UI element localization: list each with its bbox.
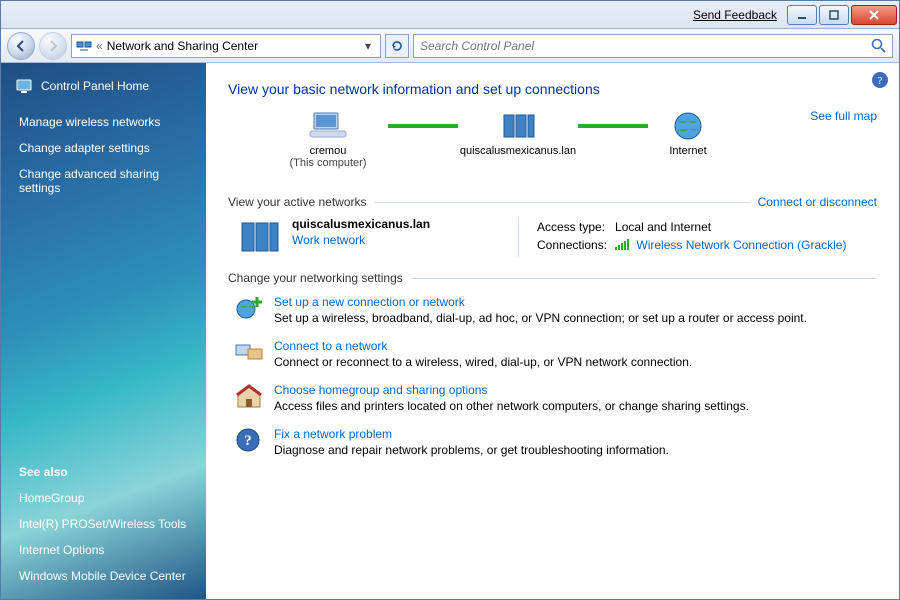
breadcrumb-prefix: « (96, 39, 103, 53)
control-panel-home[interactable]: Control Panel Home (15, 77, 192, 95)
body: Control Panel Home Manage wireless netwo… (1, 63, 899, 599)
maximize-icon (828, 9, 840, 21)
network-center-icon (76, 38, 92, 54)
sidebar: Control Panel Home Manage wireless netwo… (1, 63, 206, 599)
sidebar-link-adapter[interactable]: Change adapter settings (19, 141, 192, 155)
computer-icon (308, 109, 348, 143)
seealso-wmdc[interactable]: Windows Mobile Device Center (19, 569, 192, 583)
connection-link[interactable]: Wireless Network Connection (Grackle) (636, 238, 846, 252)
internet-label: Internet (669, 145, 706, 157)
router-name: quiscalusmexicanus.lan (460, 145, 576, 157)
window: Send Feedback « Network and (0, 0, 900, 600)
control-panel-icon (15, 77, 33, 95)
connect-disconnect-link[interactable]: Connect or disconnect (758, 195, 877, 209)
seealso-homegroup[interactable]: HomeGroup (19, 491, 192, 505)
refresh-button[interactable] (385, 34, 409, 58)
breadcrumb-dropdown[interactable]: ▾ (360, 38, 376, 54)
computer-name: cremou (310, 145, 347, 157)
active-network-name: quiscalusmexicanus.lan (292, 217, 430, 231)
network-type-link[interactable]: Work network (292, 233, 365, 247)
seealso-intel[interactable]: Intel(R) PROSet/Wireless Tools (19, 517, 192, 531)
setting-homegroup: Choose homegroup and sharing options Acc… (234, 383, 877, 413)
search-input[interactable] (418, 38, 870, 54)
forward-button[interactable] (39, 32, 67, 60)
sidebar-link-advanced[interactable]: Change advanced sharing settings (19, 167, 192, 195)
connection-line-1 (388, 109, 458, 143)
connect-network-link[interactable]: Connect to a network (274, 339, 692, 353)
setting-fix-problem: ? Fix a network problem Diagnose and rep… (234, 427, 877, 457)
router-icon (498, 109, 538, 143)
setting-setup-connection: Set up a new connection or network Set u… (234, 295, 877, 325)
homegroup-icon (234, 383, 264, 409)
map-node-internet[interactable]: Internet (648, 109, 728, 157)
page-title: View your basic network information and … (228, 81, 877, 97)
control-panel-home-label: Control Panel Home (41, 79, 149, 93)
work-network-icon (238, 217, 282, 257)
window-buttons (785, 5, 897, 25)
connect-network-icon (234, 339, 264, 365)
breadcrumb-current: Network and Sharing Center (107, 39, 258, 53)
setup-connection-icon (234, 295, 264, 321)
fix-problem-desc: Diagnose and repair network problems, or… (274, 443, 669, 457)
active-networks-label: View your active networks (228, 195, 367, 209)
search-icon[interactable] (870, 37, 888, 55)
homegroup-link[interactable]: Choose homegroup and sharing options (274, 383, 749, 397)
main-panel: ? View your basic network information an… (206, 63, 899, 599)
refresh-icon (390, 39, 404, 53)
back-button[interactable] (7, 32, 35, 60)
seealso-heading: See also (19, 465, 192, 479)
see-full-map-link[interactable]: See full map (810, 109, 877, 123)
address-bar[interactable]: « Network and Sharing Center ▾ (71, 34, 381, 58)
maximize-button[interactable] (819, 5, 849, 25)
help-icon[interactable]: ? (871, 71, 889, 89)
settings-list: Set up a new connection or network Set u… (228, 295, 877, 457)
search-box[interactable] (413, 34, 893, 58)
homegroup-desc: Access files and printers located on oth… (274, 399, 749, 413)
svg-text:?: ? (878, 75, 883, 87)
svg-text:?: ? (244, 433, 252, 449)
navbar: « Network and Sharing Center ▾ (1, 29, 899, 63)
signal-bars-icon (615, 238, 629, 250)
minimize-icon (796, 9, 808, 21)
close-button[interactable] (851, 5, 897, 25)
close-icon (868, 9, 880, 21)
sidebar-link-wireless[interactable]: Manage wireless networks (19, 115, 192, 129)
forward-arrow-icon (46, 39, 60, 53)
fix-problem-link[interactable]: Fix a network problem (274, 427, 669, 441)
computer-sub: (This computer) (289, 157, 366, 169)
access-type-value: Local and Internet (615, 219, 852, 235)
connection-line-2 (578, 109, 648, 143)
map-node-router[interactable]: quiscalusmexicanus.lan (458, 109, 578, 157)
minimize-button[interactable] (787, 5, 817, 25)
network-map: See full map cremou (This computer) (228, 109, 877, 189)
titlebar: Send Feedback (1, 1, 899, 29)
setup-connection-link[interactable]: Set up a new connection or network (274, 295, 807, 309)
active-networks-header: View your active networks Connect or dis… (228, 195, 877, 209)
fix-problem-icon: ? (234, 427, 264, 453)
back-arrow-icon (14, 39, 28, 53)
map-node-computer[interactable]: cremou (This computer) (268, 109, 388, 169)
seealso-internet-options[interactable]: Internet Options (19, 543, 192, 557)
setup-connection-desc: Set up a wireless, broadband, dial-up, a… (274, 311, 807, 325)
active-network: quiscalusmexicanus.lan Work network Acce… (228, 217, 877, 257)
settings-heading-label: Change your networking settings (228, 271, 403, 285)
send-feedback-link[interactable]: Send Feedback (693, 8, 777, 22)
access-type-label: Access type: (537, 219, 613, 235)
internet-globe-icon (668, 109, 708, 143)
setting-connect-network: Connect to a network Connect or reconnec… (234, 339, 877, 369)
connect-network-desc: Connect or reconnect to a wireless, wire… (274, 355, 692, 369)
connections-label: Connections: (537, 237, 613, 253)
settings-header: Change your networking settings (228, 271, 877, 285)
